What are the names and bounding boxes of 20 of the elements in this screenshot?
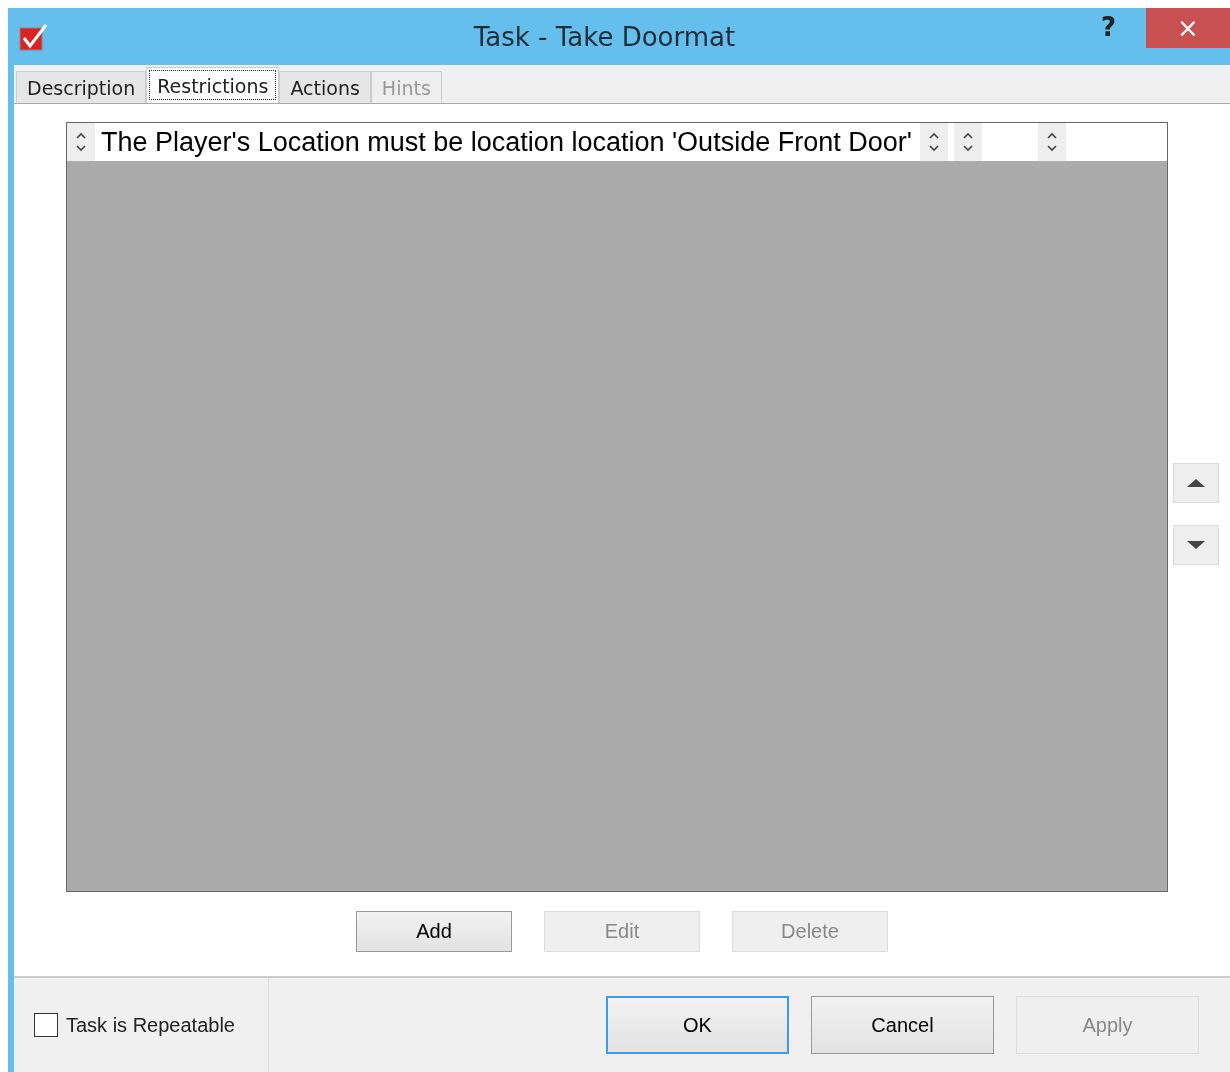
move-down-button[interactable]	[1173, 525, 1219, 565]
triangle-down-icon	[1186, 540, 1206, 550]
dialog-button[interactable]: OK	[606, 996, 789, 1054]
tab[interactable]: Description	[16, 71, 147, 103]
spinner-icon[interactable]	[919, 123, 948, 161]
move-up-button[interactable]	[1173, 463, 1219, 503]
spinner-icon[interactable]	[1037, 123, 1066, 161]
close-button[interactable]: ×	[1146, 8, 1230, 48]
help-button[interactable]: ?	[1100, 12, 1116, 42]
spinner-icon[interactable]	[953, 123, 982, 161]
window-title: Task - Take Doormat	[472, 21, 737, 52]
checkbox[interactable]	[34, 1013, 58, 1037]
checkmark-icon	[18, 21, 48, 52]
checkbox-label[interactable]: Task is Repeatable	[66, 1013, 235, 1037]
triangle-up-icon	[1186, 478, 1206, 488]
tab[interactable]: Restrictions	[146, 67, 280, 103]
tab[interactable]: Actions	[279, 71, 371, 103]
spinner-icon[interactable]	[67, 123, 95, 161]
list-button[interactable]: Add	[356, 911, 512, 952]
dialog-button[interactable]: Cancel	[811, 996, 994, 1054]
